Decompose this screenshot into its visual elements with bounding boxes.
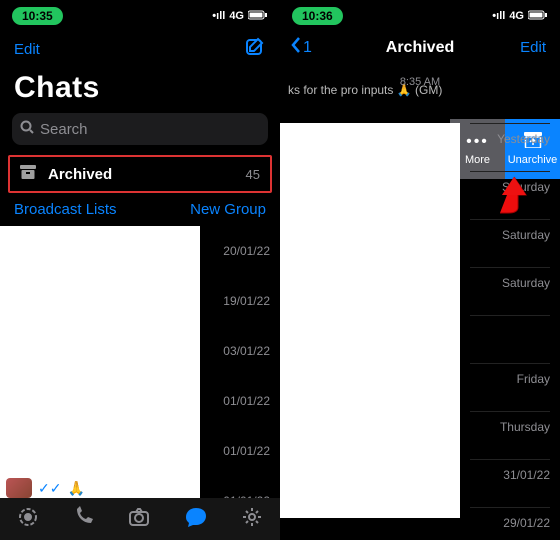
camera-tab-icon[interactable] — [128, 506, 150, 533]
chat-date: 01/01/22 — [200, 376, 270, 426]
back-count: 1 — [303, 39, 312, 57]
search-placeholder: Search — [40, 121, 88, 138]
search-icon — [20, 120, 40, 138]
header: 1 Archived Edit — [280, 28, 560, 63]
edit-button[interactable]: Edit — [520, 39, 546, 56]
avatar — [6, 478, 32, 498]
chat-preview[interactable]: ✓✓ 🙏 — [6, 478, 85, 498]
chat-date: Thursday — [470, 411, 550, 459]
read-icon: ✓✓ — [38, 480, 61, 497]
back-button[interactable]: 1 — [290, 36, 312, 59]
status-bar: 10:36 •ıll 4G — [280, 0, 560, 28]
compose-icon[interactable] — [244, 36, 266, 63]
chat-date: Yesterday — [470, 123, 550, 171]
chat-date: 31/01/22 — [470, 459, 550, 507]
battery-icon — [248, 10, 268, 23]
search-input[interactable]: Search — [12, 113, 268, 145]
signal-icon: •ıll — [492, 10, 505, 22]
archived-label: Archived — [48, 166, 112, 183]
network-label: 4G — [509, 10, 524, 22]
chat-date: 03/01/22 — [200, 326, 270, 376]
time-pill: 10:36 — [292, 7, 343, 25]
chat-date: 19/01/22 — [200, 276, 270, 326]
chat-date — [470, 315, 550, 363]
status-bar: 10:35 •ıll 4G — [0, 0, 280, 28]
signal-icon: •ıll — [212, 10, 225, 22]
chat-date: 29/01/22 — [470, 507, 550, 540]
left-screenshot: 10:35 •ıll 4G Edit Chats Search — [0, 0, 280, 540]
preview-text: 🙏 — [67, 480, 84, 497]
right-screenshot: 10:36 •ıll 4G 1 Archived Edit 8:35 AM ks… — [280, 0, 560, 540]
broadcast-link[interactable]: Broadcast Lists — [14, 201, 117, 218]
new-group-link[interactable]: New Group — [190, 201, 266, 218]
header: Edit — [0, 28, 280, 67]
chat-date: Saturday — [470, 219, 550, 267]
chats-tab-icon[interactable] — [184, 506, 208, 533]
tab-bar — [0, 498, 280, 540]
page-title: Chats — [0, 67, 280, 113]
message-time: 8:35 AM — [280, 76, 560, 88]
chat-date: Saturday — [470, 267, 550, 315]
chat-date: Saturday — [470, 171, 550, 219]
calls-tab-icon[interactable] — [72, 506, 94, 533]
page-title: Archived — [280, 39, 560, 57]
redacted-area — [280, 123, 460, 518]
chat-dates: Yesterday Saturday Saturday Saturday Fri… — [470, 123, 550, 540]
status-tab-icon[interactable] — [17, 506, 39, 533]
time-pill: 10:35 — [12, 7, 63, 25]
chat-date: Friday — [470, 363, 550, 411]
chat-date: 20/01/22 — [200, 226, 270, 276]
chat-date: 01/01/22 — [200, 426, 270, 476]
chat-dates: 20/01/22 19/01/22 03/01/22 01/01/22 01/0… — [200, 226, 270, 526]
settings-tab-icon[interactable] — [241, 506, 263, 533]
battery-icon — [528, 10, 548, 23]
archived-list[interactable]: 8:35 AM ks for the pro inputs 🙏 (GM) •••… — [280, 63, 560, 483]
archive-icon — [20, 165, 36, 183]
archived-row[interactable]: Archived 45 — [8, 155, 272, 193]
network-label: 4G — [229, 10, 244, 22]
links-row: Broadcast Lists New Group — [0, 193, 280, 224]
chat-row-swiped[interactable]: 8:35 AM ks for the pro inputs 🙏 (GM) — [280, 63, 560, 103]
edit-button[interactable]: Edit — [14, 41, 40, 58]
archived-count: 45 — [246, 167, 260, 182]
chevron-left-icon — [290, 36, 301, 59]
